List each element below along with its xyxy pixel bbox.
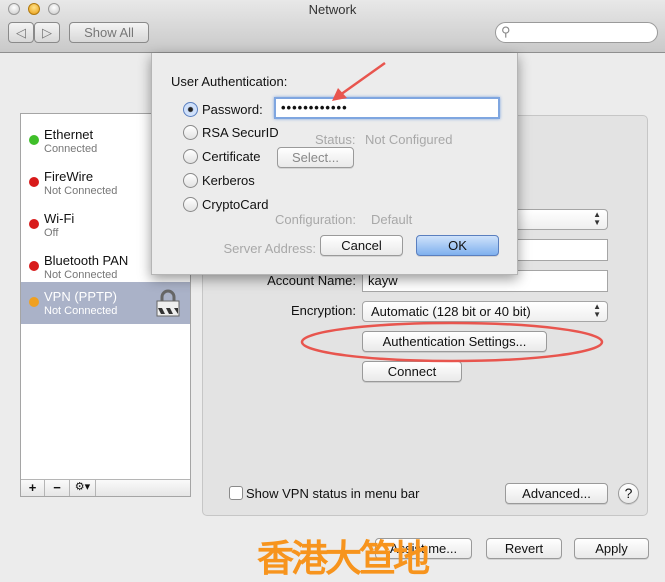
service-status: Off: [44, 227, 59, 239]
back-button[interactable]: ◁: [8, 22, 34, 43]
service-name: VPN (PPTP): [44, 289, 117, 304]
chevron-right-icon: ▷: [42, 25, 52, 40]
show-all-button[interactable]: Show All: [69, 22, 149, 43]
magnifier-icon: ⚲: [501, 24, 511, 39]
toolbar: Network ◁ ▷ Show All ⚲: [0, 0, 665, 53]
radio-cryptocard[interactable]: [183, 197, 198, 212]
gear-menu-button[interactable]: ⚙▾: [70, 480, 96, 496]
radio-kerberos[interactable]: [183, 173, 198, 188]
radio-cryptocard-label: CryptoCard: [202, 197, 269, 212]
lock-icon: [156, 289, 180, 317]
select-certificate-button[interactable]: Select...: [277, 147, 354, 168]
service-status: Not Connected: [44, 269, 118, 281]
add-service-button[interactable]: +: [21, 480, 45, 496]
status-label: Status:: [315, 132, 356, 147]
apply-button[interactable]: Apply: [574, 538, 649, 559]
status-dot-icon: [29, 135, 39, 145]
radio-rsa-securid[interactable]: [183, 125, 198, 140]
revert-button[interactable]: Revert: [486, 538, 562, 559]
ok-button[interactable]: OK: [416, 235, 499, 256]
account-name-label: Account Name:: [267, 273, 356, 288]
service-name: Wi-Fi: [44, 211, 75, 226]
window-title: Network: [308, 2, 357, 17]
chevron-left-icon: ◁: [16, 25, 26, 40]
advanced-button[interactable]: Advanced...: [505, 483, 608, 504]
status-dot-icon: [29, 297, 39, 307]
radio-certificate[interactable]: [183, 149, 198, 164]
radio-kerberos-label: Kerberos: [202, 173, 255, 188]
encryption-label: Encryption:: [290, 303, 356, 318]
status-value: Not Configured: [365, 132, 453, 147]
radio-rsa-label: RSA SecurID: [202, 125, 279, 140]
cancel-button[interactable]: Cancel: [320, 235, 403, 256]
list-controls: + − ⚙▾: [21, 479, 190, 496]
remove-service-button[interactable]: −: [45, 480, 70, 496]
show-vpn-status-label: Show VPN status in menu bar: [246, 486, 420, 501]
radio-certificate-label: Certificate: [202, 149, 261, 164]
configuration-label: Configuration:: [275, 212, 356, 227]
service-name: FireWire: [44, 169, 94, 184]
forward-button[interactable]: ▷: [34, 22, 60, 43]
service-name: Ethernet: [44, 127, 94, 142]
help-button[interactable]: ?: [618, 483, 639, 504]
status-dot-icon: [29, 177, 39, 187]
show-vpn-status-checkbox[interactable]: [229, 486, 243, 500]
service-status: Not Connected: [44, 305, 118, 317]
highlight-ellipse-annotation: [300, 321, 604, 363]
service-status: Not Connected: [44, 185, 118, 197]
radio-password[interactable]: [183, 102, 198, 117]
status-dot-icon: [29, 261, 39, 271]
service-status: Connected: [44, 143, 98, 155]
service-name: Bluetooth PAN: [44, 253, 129, 268]
dialog-heading: User Authentication:: [171, 74, 288, 89]
radio-password-label: Password:: [202, 102, 263, 117]
status-dot-icon: [29, 219, 39, 229]
arrow-annotation-icon: [332, 61, 386, 101]
search-input[interactable]: ⚲: [495, 22, 658, 43]
configuration-value: Default: [371, 212, 413, 227]
service-vpn-pptp[interactable]: VPN (PPTP) Not Connected: [21, 282, 190, 324]
watermark-logo: 香港大笪地: [257, 537, 430, 580]
server-address-label: Server Address:: [223, 241, 317, 256]
